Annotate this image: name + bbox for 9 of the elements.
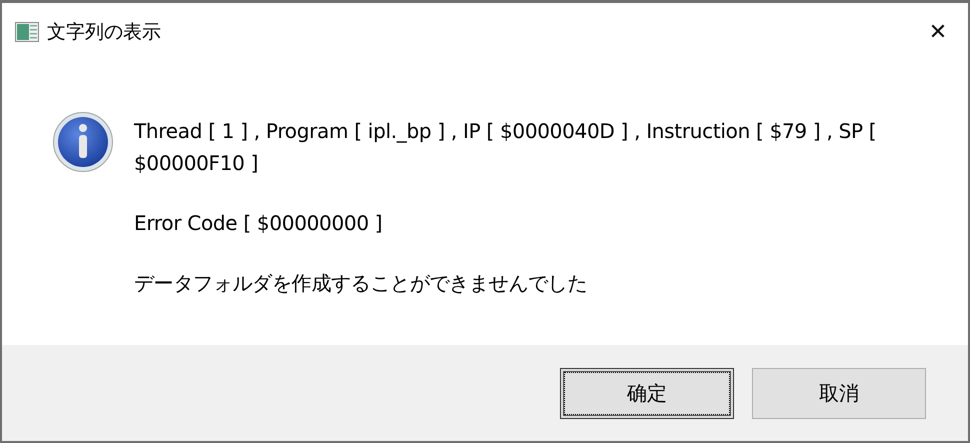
dialog-button[interactable]: 取消 <box>752 368 926 418</box>
message-text: Thread [ 1 ] , Program [ ipl._bp ] , IP [ $0000040D ] , Instruction [ $79 ] , SP [ $00000F10 ] <box>134 118 878 177</box>
message-text: データフォルダを作成することができませんでした <box>134 270 588 297</box>
info-icon <box>52 111 114 173</box>
app-icon <box>15 20 39 44</box>
window-title: 文字列の表示 <box>47 20 162 45</box>
message-text: Error Code [ $00000000 ] <box>134 210 384 237</box>
close-button[interactable]: ✕ <box>908 3 968 61</box>
dialog-button[interactable]: 确定 <box>560 368 734 418</box>
